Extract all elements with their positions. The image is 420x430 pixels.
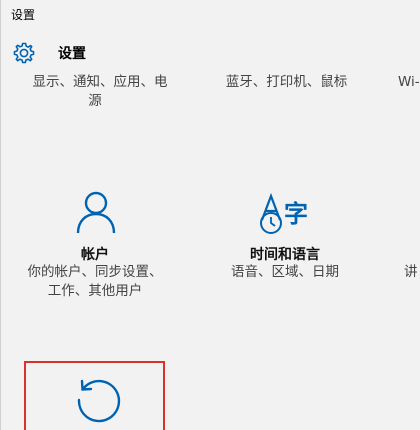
update-icon: [77, 379, 121, 423]
accounts-desc-line2: 工作、其他用户: [47, 283, 143, 299]
devices-desc: 蓝牙、打印机、鼠标: [225, 74, 348, 90]
time-language-desc: 语音、区域、日期: [231, 264, 339, 280]
svg-text:字: 字: [284, 200, 308, 228]
window-title: 设置: [11, 8, 36, 22]
accounts-title: 帐户: [81, 247, 109, 263]
gear-icon: [13, 42, 35, 64]
time-language-title: 时间和语言: [250, 247, 320, 263]
accounts-desc-line1: 你的帐户、同步设置、: [27, 264, 163, 280]
network-desc: Wi-: [398, 74, 420, 90]
settings-header: 设置: [12, 40, 86, 66]
person-icon: [76, 191, 116, 234]
window-left-border: [0, 0, 1, 430]
page-title: 设置: [58, 46, 86, 62]
time-language-icon: 字: [260, 192, 308, 234]
system-desc-line2: 源: [88, 93, 102, 109]
ease-desc: 讲: [404, 264, 418, 280]
system-desc-line1: 显示、通知、应用、电: [32, 74, 168, 90]
